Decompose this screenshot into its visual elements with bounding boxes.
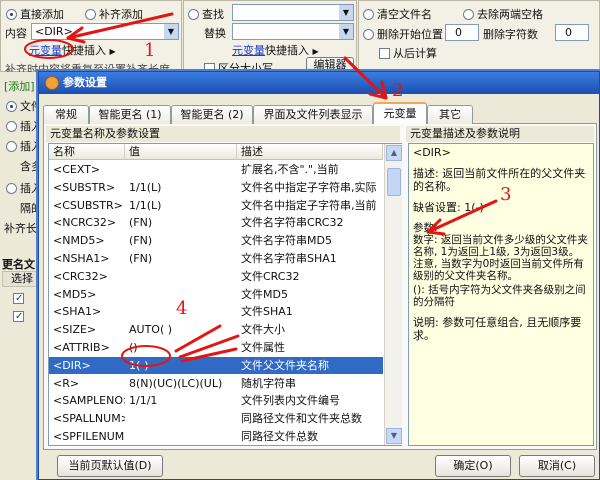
annotation-1: 1: [144, 40, 155, 61]
arrow-2: [343, 56, 388, 100]
annotation-4: 4: [176, 298, 187, 319]
annotation-layer: 1 2 3 4: [24, 12, 511, 367]
arrow-4a: [174, 324, 222, 353]
arrow-4c: [180, 347, 238, 363]
arrow-1: [66, 12, 174, 40]
annotation-2: 2: [392, 80, 403, 101]
arrow-3: [426, 199, 498, 234]
circle-dir-value: [121, 345, 171, 367]
circle-var-link: [24, 39, 74, 59]
annotation-3: 3: [500, 184, 511, 205]
